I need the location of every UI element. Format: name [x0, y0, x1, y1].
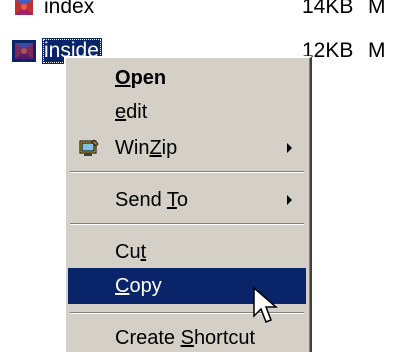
- menu-item-label: Create Shortcut: [115, 327, 256, 349]
- file-row-index[interactable]: index 14KB M: [0, 0, 396, 20]
- menu-separator: [70, 171, 304, 173]
- menu-separator: [70, 223, 304, 225]
- menu-item-open[interactable]: Open: [68, 60, 306, 96]
- html-file-icon: [15, 0, 33, 15]
- menu-item-winzip[interactable]: WinZip: [68, 130, 306, 166]
- submenu-arrow-icon: [287, 195, 292, 205]
- menu-item-label: Open: [115, 67, 167, 89]
- file-type: M: [368, 39, 386, 62]
- mouse-pointer-icon: [253, 286, 279, 323]
- html-file-icon: [12, 40, 36, 62]
- file-name[interactable]: index: [42, 0, 97, 20]
- menu-item-edit[interactable]: edit: [68, 94, 306, 130]
- explorer-window: index 14KB M inside 12KB M Open edit Win…: [0, 0, 396, 352]
- menu-item-label: Send To: [115, 189, 189, 211]
- menu-item-label: WinZip: [115, 137, 178, 159]
- menu-item-send-to[interactable]: Send To: [68, 182, 306, 218]
- menu-item-label: Copy: [115, 275, 162, 297]
- file-type: M: [368, 0, 386, 18]
- file-size: 14KB: [302, 0, 354, 18]
- menu-item-label: edit: [115, 101, 148, 123]
- menu-item-cut[interactable]: Cut: [68, 234, 306, 270]
- winzip-icon: [79, 139, 99, 156]
- menu-item-label: Cut: [115, 241, 147, 263]
- submenu-arrow-icon: [287, 143, 292, 153]
